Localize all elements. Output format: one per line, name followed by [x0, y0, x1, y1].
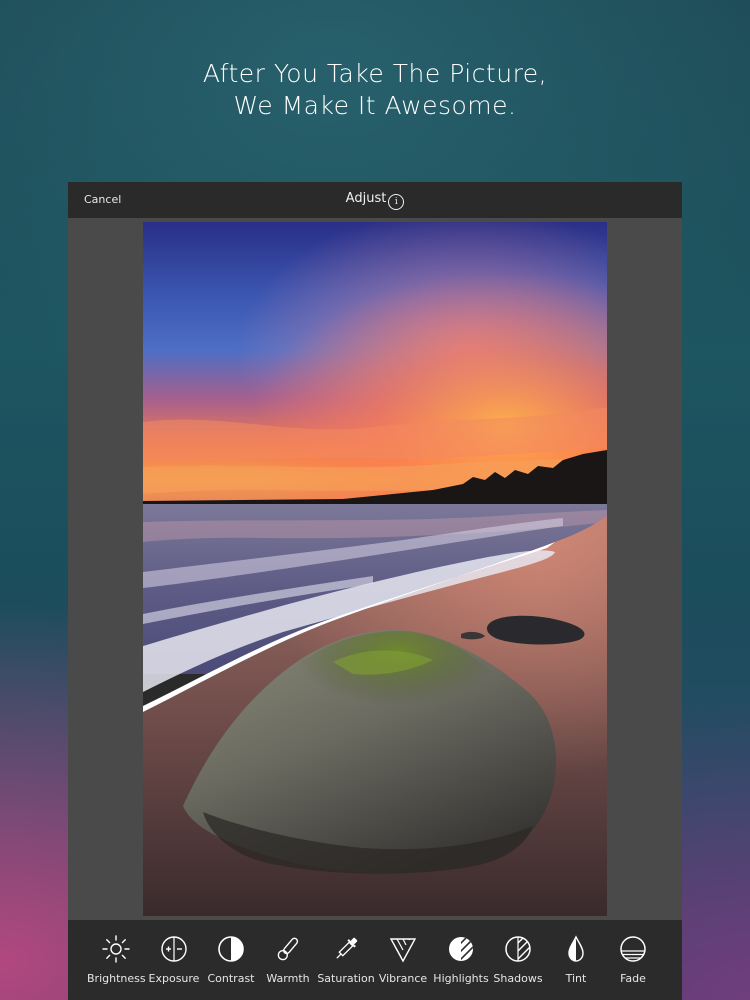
headline: After You Take The Picture, We Make It A…	[0, 58, 750, 122]
tool-warmth[interactable]: Warmth	[259, 934, 317, 985]
tool-exposure[interactable]: Exposure	[145, 934, 203, 985]
contrast-icon	[218, 936, 244, 962]
tool-vibrance[interactable]: Vibrance	[374, 934, 432, 985]
tool-tint[interactable]: Tint	[547, 934, 605, 985]
tool-brightness[interactable]: Brightness	[87, 934, 146, 985]
adjust-toolbar: Brightness Exposure Contrast Warmth Satu…	[68, 920, 682, 1000]
fade-icon	[620, 936, 646, 962]
editor-window: Cancel Adjust i Brightness Exposure Cont…	[68, 182, 682, 1000]
shadows-icon	[505, 936, 531, 962]
editor-title: Adjust	[345, 191, 387, 206]
saturation-icon	[336, 937, 358, 959]
tool-contrast[interactable]: Contrast	[202, 934, 260, 985]
tool-label: Warmth	[266, 972, 310, 985]
editor-title-group: Adjust i	[68, 191, 682, 210]
tool-label: Fade	[620, 972, 646, 985]
headline-line-2: We Make It Awesome.	[233, 91, 517, 120]
headline-line-1: After You Take The Picture,	[202, 59, 548, 88]
sunset-beach-rock-icon	[143, 222, 607, 916]
highlights-icon	[449, 937, 473, 961]
info-icon[interactable]: i	[388, 194, 405, 210]
tool-label: Brightness	[87, 972, 146, 985]
tool-label: Vibrance	[378, 972, 428, 985]
tool-shadows[interactable]: Shadows	[489, 934, 547, 985]
tool-label: Shadows	[493, 972, 543, 985]
tool-saturation[interactable]: Saturation	[317, 934, 375, 985]
exposure-icon	[161, 936, 187, 962]
tool-label: Tint	[565, 972, 587, 985]
tint-icon	[568, 935, 584, 962]
tool-highlights[interactable]: Highlights	[432, 934, 490, 985]
warmth-icon	[277, 937, 299, 961]
tool-label: Exposure	[148, 972, 200, 985]
vibrance-icon	[389, 938, 417, 963]
editor-top-bar: Cancel Adjust i	[68, 182, 682, 218]
tool-label: Highlights	[433, 972, 489, 985]
tool-fade[interactable]: Fade	[604, 934, 662, 985]
tool-label: Contrast	[207, 972, 255, 985]
tool-label: Saturation	[317, 972, 375, 985]
photo-preview[interactable]	[143, 222, 607, 916]
brightness-icon	[102, 935, 130, 963]
